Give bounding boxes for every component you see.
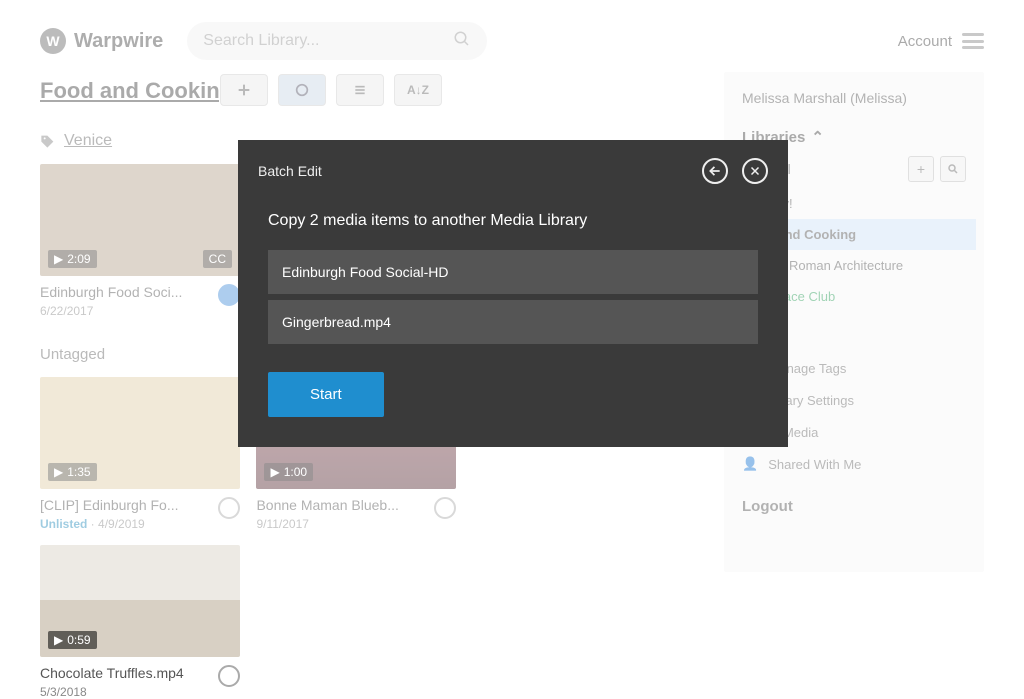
modal-body: Copy 2 media items to another Media Libr… (238, 198, 788, 417)
start-button[interactable]: Start (268, 372, 384, 417)
arrow-left-icon (708, 164, 722, 178)
close-button[interactable] (742, 158, 768, 184)
media-date: 5/3/2018 (40, 685, 200, 699)
selected-media-item[interactable]: Edinburgh Food Social-HD (268, 250, 758, 294)
back-button[interactable] (702, 158, 728, 184)
duration-badge: ▶ 0:59 (48, 631, 97, 649)
selected-media-item[interactable]: Gingerbread.mp4 (268, 300, 758, 344)
select-toggle[interactable] (218, 665, 240, 687)
batch-edit-modal: Batch Edit Copy 2 media items to another… (238, 140, 788, 447)
modal-heading: Copy 2 media items to another Media Libr… (268, 212, 758, 230)
close-icon (749, 165, 761, 177)
modal-header: Batch Edit (238, 140, 788, 198)
media-title: Chocolate Truffles.mp4 (40, 665, 200, 681)
modal-title: Batch Edit (258, 163, 322, 179)
